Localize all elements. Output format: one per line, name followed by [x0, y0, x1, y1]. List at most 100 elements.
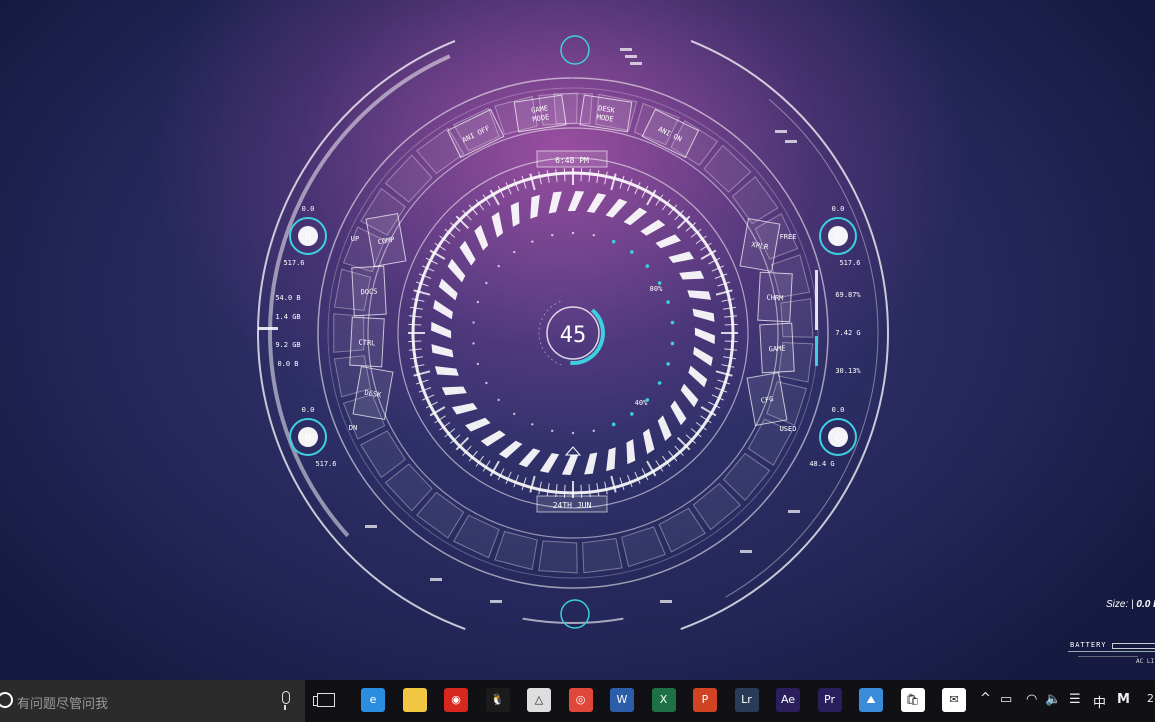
chevron-mark: [518, 448, 541, 468]
left-button-docs[interactable]: DOCS: [351, 265, 387, 317]
dot: [531, 240, 534, 243]
tick: [610, 173, 617, 191]
dot: [485, 281, 488, 285]
search-placeholder[interactable]: 有问题尽管问我: [17, 693, 108, 712]
dot: [571, 231, 575, 235]
app-triangle-icon[interactable]: △: [527, 688, 551, 712]
netease-music-icon[interactable]: ◉: [444, 688, 468, 712]
battery-tray-icon[interactable]: ▭: [1000, 692, 1012, 707]
left-stat-2: 9.2 GB: [275, 341, 300, 349]
tick: [724, 315, 738, 318]
edge-icon[interactable]: e: [361, 688, 385, 712]
ime-mode-icon[interactable]: M: [1117, 692, 1130, 707]
excel-icon[interactable]: X: [651, 688, 676, 712]
panel-segment: [658, 507, 706, 553]
panel-segment: [494, 530, 538, 571]
left-drive-top-gauge-top-value: 0.0: [302, 205, 315, 213]
left-button-ctrl[interactable]: CTRL: [349, 316, 385, 368]
ime-indicator[interactable]: 中: [1093, 692, 1106, 711]
battery-bar: [1112, 643, 1155, 649]
tick: [408, 340, 422, 343]
show-hidden-icons-chevron-icon[interactable]: ^: [980, 691, 991, 706]
chevron-mark: [586, 193, 607, 213]
time-text: 6:48 PM: [555, 156, 589, 165]
dot: [666, 362, 670, 366]
after-effects-icon[interactable]: Ae: [776, 688, 800, 712]
tick: [408, 323, 422, 326]
clock-partial[interactable]: 2: [1147, 692, 1154, 705]
tick: [529, 475, 536, 493]
dot: [513, 250, 516, 254]
tick: [715, 289, 733, 296]
chevron-mark: [474, 225, 489, 251]
mail-icon[interactable]: ✉: [942, 688, 966, 712]
qq-icon[interactable]: 🐧: [485, 688, 510, 712]
right-button-game-label[interactable]: GAME: [768, 345, 785, 354]
top-button-2[interactable]: DESKMODE: [579, 94, 633, 133]
left-button-docs-label[interactable]: DOCS: [360, 288, 377, 297]
microphone-icon[interactable]: [280, 691, 290, 711]
left-stat-3: 0.0 B: [277, 360, 298, 368]
tick: [580, 484, 583, 498]
chevron-mark: [688, 365, 708, 388]
dot: [551, 233, 554, 237]
photos-icon[interactable]: ⛰: [859, 688, 883, 712]
battery-widget: BATTERY AC LI: [1068, 640, 1155, 670]
dot: [551, 429, 554, 433]
left-button-ctrl-label[interactable]: CTRL: [358, 339, 375, 348]
premiere-icon[interactable]: Pr: [817, 688, 842, 712]
right-button-cfg[interactable]: CFG: [746, 372, 788, 426]
chevron-mark: [434, 366, 459, 376]
chevron-mark: [655, 234, 681, 249]
search-box[interactable]: 有问题尽管问我: [0, 680, 305, 722]
left-stat-0: 54.0 B: [275, 294, 300, 302]
action-center-icon[interactable]: ☰: [1069, 692, 1081, 707]
right-drive-bottom-gauge-letter: C: [835, 433, 841, 444]
chevron-mark: [447, 258, 466, 283]
chevron-mark: [438, 278, 458, 301]
tick: [563, 168, 566, 182]
chevron-mark: [584, 452, 598, 475]
chevron-mark: [693, 346, 713, 367]
chevron-mark: [692, 308, 715, 322]
right-drive-bottom-gauge-bottom-value: 48.4 G: [809, 460, 834, 468]
decor-bar: [788, 510, 800, 513]
tick: [413, 370, 431, 377]
cortana-icon[interactable]: [0, 692, 13, 708]
chevron-mark: [642, 428, 655, 455]
inner-percent-bottom: 40%: [635, 399, 648, 407]
dot: [670, 341, 675, 346]
dot: [611, 422, 616, 427]
chevron-mark: [510, 201, 520, 227]
chevron-mark: [623, 207, 648, 226]
decor-bar: [365, 525, 377, 528]
chevron-mark: [548, 191, 562, 214]
right-drive-bottom-gauge-top-value: 0.0: [832, 406, 845, 414]
chevron-mark: [640, 219, 666, 236]
lightroom-icon[interactable]: Lr: [734, 688, 759, 712]
chevron-mark: [626, 439, 636, 465]
right-button-chrm[interactable]: CHRM: [757, 271, 793, 323]
powerpoint-icon[interactable]: P: [693, 688, 717, 712]
chrome-icon[interactable]: ◎: [568, 688, 593, 712]
bottom-triangle-icon: [564, 446, 582, 456]
desktop: ANI OFF GAME MODE DESK MODE ANI ON COMP DOCS CTR…: [0, 0, 1155, 680]
right-drive-top-gauge-top-value: 0.0: [832, 205, 845, 213]
volume-icon[interactable]: 🔈: [1045, 692, 1061, 707]
inner-percent-top: 80%: [650, 285, 663, 293]
dot: [497, 264, 500, 268]
right-button-chrm-label[interactable]: CHRM: [766, 294, 783, 303]
panel-segment: [384, 463, 433, 512]
store-icon[interactable]: 🛍: [900, 688, 925, 712]
chevron-mark: [459, 240, 476, 266]
chevron-mark: [680, 383, 699, 408]
decor-bar: [490, 600, 502, 603]
task-view-icon[interactable]: [313, 693, 335, 707]
file-explorer-icon[interactable]: [402, 688, 427, 712]
wifi-icon[interactable]: ◠: [1026, 692, 1037, 707]
word-icon[interactable]: W: [610, 688, 634, 712]
dot: [485, 381, 488, 385]
right-button-game[interactable]: GAME: [759, 322, 795, 374]
taskbar: 有问题尽管问我 e ◉ 🐧 △ ◎ W X P Lr Ae Pr ⛰ 🛍 ✉ ^ ▭ ◠ 🔈 ☰ 中 M …: [0, 680, 1155, 722]
top-button-1[interactable]: GAMEMODE: [513, 94, 567, 133]
